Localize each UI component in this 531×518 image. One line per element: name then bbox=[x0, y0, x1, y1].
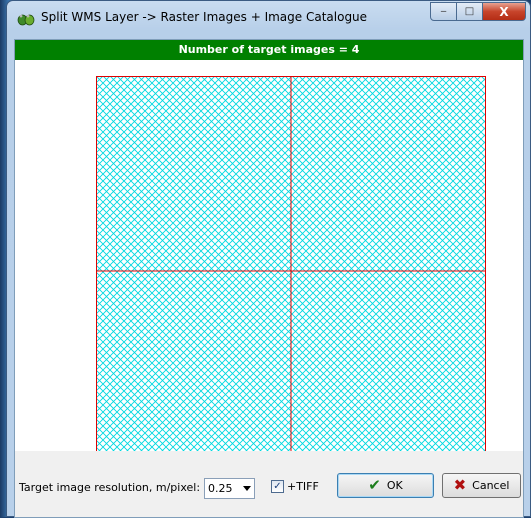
close-button[interactable]: X bbox=[483, 2, 526, 21]
bottom-toolbar: Target image resolution, m/pixel: 0.25 ✓… bbox=[15, 451, 523, 517]
maximize-button[interactable]: □ bbox=[457, 2, 483, 21]
checkmark-icon: ✓ bbox=[273, 481, 282, 492]
tile-bottom-right bbox=[291, 271, 486, 466]
target-count-banner: Number of target images = 4 bbox=[15, 40, 523, 60]
tiff-checkbox[interactable]: ✓ bbox=[271, 480, 284, 493]
cancel-label: Cancel bbox=[472, 479, 510, 492]
title-bar[interactable]: Split WMS Layer -> Raster Images + Image… bbox=[7, 1, 530, 33]
maximize-icon: □ bbox=[464, 6, 475, 17]
tile-bottom-left bbox=[96, 271, 291, 466]
tile-top-left bbox=[96, 76, 291, 271]
cancel-button[interactable]: ✖ Cancel bbox=[442, 473, 521, 498]
ok-label: OK bbox=[386, 479, 403, 492]
dialog-client: Number of target images = 4 Target image… bbox=[14, 39, 524, 518]
minimize-icon: ‒ bbox=[440, 6, 447, 17]
dialog-window: Split WMS Layer -> Raster Images + Image… bbox=[6, 0, 531, 518]
window-title: Split WMS Layer -> Raster Images + Image… bbox=[41, 10, 368, 24]
tile-top-right bbox=[291, 76, 486, 271]
minimize-button[interactable]: ‒ bbox=[430, 2, 457, 21]
caption-buttons: ‒ □ X bbox=[430, 2, 526, 22]
resolution-select[interactable]: 0.25 bbox=[204, 478, 255, 499]
resolution-value: 0.25 bbox=[208, 482, 233, 495]
tile-grid-preview bbox=[96, 76, 486, 466]
ok-button[interactable]: ✔ OK bbox=[337, 473, 434, 498]
x-icon: ✖ bbox=[453, 476, 467, 494]
chevron-down-icon[interactable] bbox=[243, 486, 251, 491]
check-icon: ✔ bbox=[368, 476, 381, 494]
tiff-label[interactable]: +TIFF bbox=[287, 480, 319, 493]
close-icon: X bbox=[499, 4, 509, 19]
resolution-label: Target image resolution, m/pixel: bbox=[19, 481, 201, 494]
app-icon bbox=[17, 14, 35, 26]
tile-grid-svg bbox=[96, 76, 486, 466]
